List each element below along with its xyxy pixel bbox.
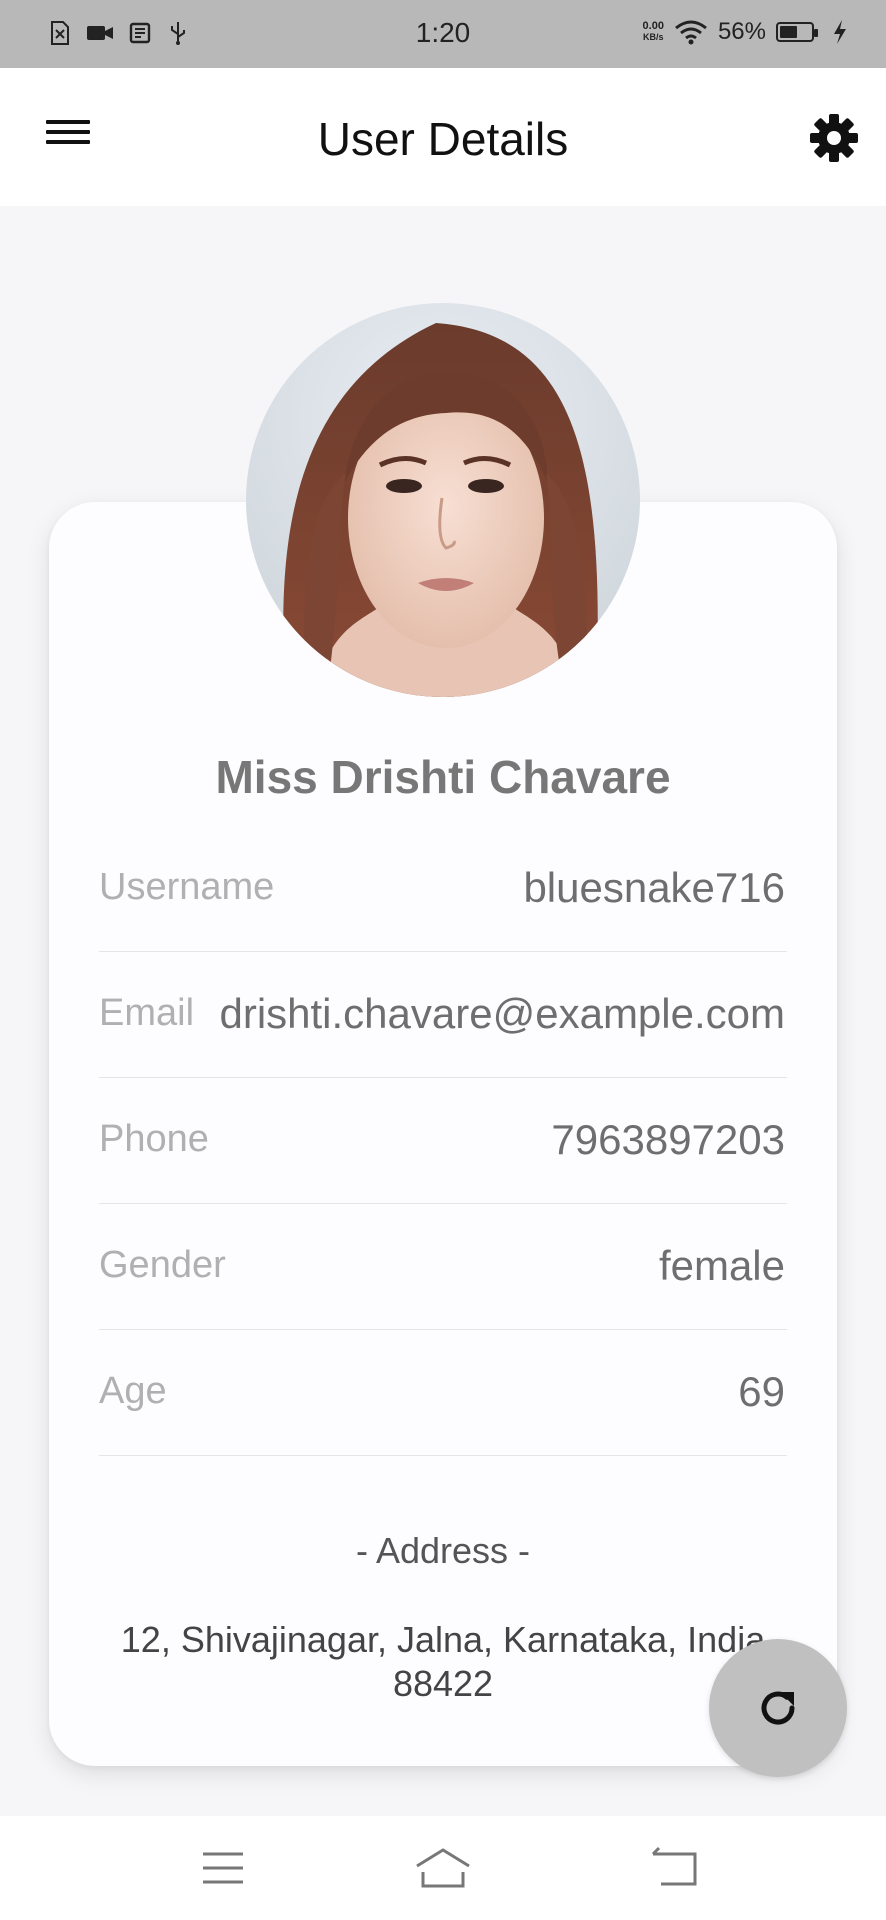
gear-icon[interactable] xyxy=(808,112,860,164)
detail-label: Age xyxy=(99,1370,167,1412)
detail-label: Username xyxy=(99,866,275,908)
battery-percent: 56% xyxy=(717,18,766,45)
detail-label: Gender xyxy=(99,1244,226,1286)
wifi-icon xyxy=(675,20,707,45)
recent-apps-icon[interactable] xyxy=(193,1838,253,1898)
battery-icon xyxy=(776,22,818,42)
detail-label: Phone xyxy=(99,1118,209,1160)
detail-row-gender: Gender female xyxy=(99,1204,787,1330)
avatar xyxy=(246,303,640,697)
detail-value: 69 xyxy=(738,1368,785,1415)
charging-bolt-icon xyxy=(834,20,846,44)
refresh-button[interactable] xyxy=(709,1639,847,1777)
detail-value: female xyxy=(658,1242,785,1289)
home-icon[interactable] xyxy=(413,1838,473,1898)
status-bar: 1:20 0.00 KB/s 56% xyxy=(0,0,886,68)
network-speed: 0.00 KB/s xyxy=(643,21,664,43)
address-line-2: 88422 xyxy=(392,1663,494,1704)
address-heading: - Address - xyxy=(355,1530,531,1571)
detail-label: Email xyxy=(99,992,195,1034)
app-bar: User Details xyxy=(0,68,886,206)
detail-row-username: Username bluesnake716 xyxy=(99,826,787,952)
user-full-name: Miss Drishti Chavare xyxy=(215,751,671,803)
back-icon[interactable] xyxy=(645,1838,705,1898)
detail-value: bluesnake716 xyxy=(523,864,785,911)
profile-photo xyxy=(246,303,640,697)
battery-level xyxy=(780,26,797,38)
status-right-icons: 0.00 KB/s 56% xyxy=(643,18,848,46)
refresh-icon xyxy=(761,1691,795,1725)
detail-row-email: Email drishti.chavare@example.com xyxy=(99,952,787,1078)
detail-value: 7963897203 xyxy=(551,1116,785,1163)
address-text: 12, Shivajinagar, Jalna, Karnataka, Indi… xyxy=(99,1618,787,1706)
network-speed-value: 0.00 xyxy=(642,20,664,32)
network-speed-unit: KB/s xyxy=(642,32,664,42)
system-nav-bar xyxy=(0,1816,886,1920)
detail-value: drishti.chavare@example.com xyxy=(219,990,785,1037)
address-line-1: 12, Shivajinagar, Jalna, Karnataka, Indi… xyxy=(120,1619,766,1660)
detail-row-phone: Phone 7963897203 xyxy=(99,1078,787,1204)
detail-row-age: Age 69 xyxy=(99,1330,787,1456)
page-title: User Details xyxy=(317,113,569,165)
